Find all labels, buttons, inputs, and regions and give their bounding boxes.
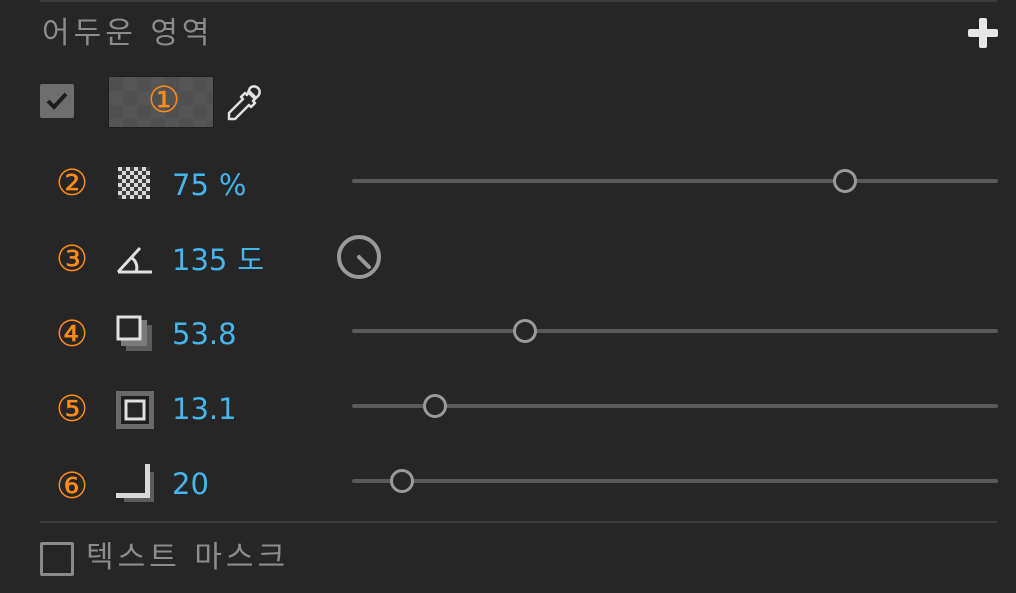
check-icon bbox=[46, 92, 68, 110]
marker-5: ⑤ bbox=[55, 389, 89, 430]
slider-track bbox=[352, 179, 998, 183]
text-mask-label: 텍스트 마스크 bbox=[86, 540, 290, 575]
opacity-number: 75 bbox=[172, 168, 209, 202]
opacity-unit: % bbox=[218, 168, 247, 202]
marker-3: ③ bbox=[55, 239, 89, 280]
plus-icon[interactable] bbox=[968, 18, 998, 48]
top-divider bbox=[40, 0, 997, 2]
marker-2: ② bbox=[55, 163, 89, 204]
size-slider[interactable] bbox=[352, 466, 998, 496]
angle-icon bbox=[116, 246, 152, 274]
marker-1: ① bbox=[147, 80, 181, 121]
shadow-panel: 어두운 영역 ① ② 75% ③ 135 도 ④ 53.8 ⑤ 13.1 ⑥ 2… bbox=[0, 0, 1016, 593]
spread-slider[interactable] bbox=[352, 391, 998, 421]
angle-unit: 도 bbox=[237, 243, 265, 277]
slider-track bbox=[352, 404, 998, 408]
opacity-value[interactable]: 75% bbox=[172, 165, 246, 205]
spread-value[interactable]: 13.1 bbox=[172, 389, 237, 429]
marker-4: ④ bbox=[55, 314, 89, 355]
bottom-divider bbox=[40, 521, 997, 523]
slider-track bbox=[352, 479, 998, 483]
slider-track bbox=[352, 329, 998, 333]
section-title: 어두운 영역 bbox=[42, 16, 214, 51]
spread-box-icon bbox=[116, 391, 154, 429]
distance-value[interactable]: 53.8 bbox=[172, 314, 237, 354]
opacity-checker-icon bbox=[118, 167, 150, 199]
angle-dial[interactable] bbox=[334, 232, 384, 282]
slider-thumb[interactable] bbox=[422, 394, 447, 418]
marker-6: ⑥ bbox=[55, 466, 89, 507]
eyedropper-icon[interactable] bbox=[222, 84, 264, 126]
slider-thumb[interactable] bbox=[513, 319, 538, 343]
text-mask-checkbox[interactable] bbox=[40, 542, 74, 576]
slider-thumb[interactable] bbox=[390, 469, 415, 493]
size-value[interactable]: 20 bbox=[172, 464, 209, 504]
enable-checkbox[interactable] bbox=[40, 84, 74, 118]
distance-shadow-icon bbox=[116, 315, 152, 351]
angle-number: 135 bbox=[172, 243, 228, 277]
size-corner-icon bbox=[116, 464, 154, 502]
angle-value[interactable]: 135 도 bbox=[172, 240, 264, 280]
slider-thumb[interactable] bbox=[832, 169, 857, 193]
distance-slider[interactable] bbox=[352, 316, 998, 346]
opacity-slider[interactable] bbox=[352, 166, 998, 196]
